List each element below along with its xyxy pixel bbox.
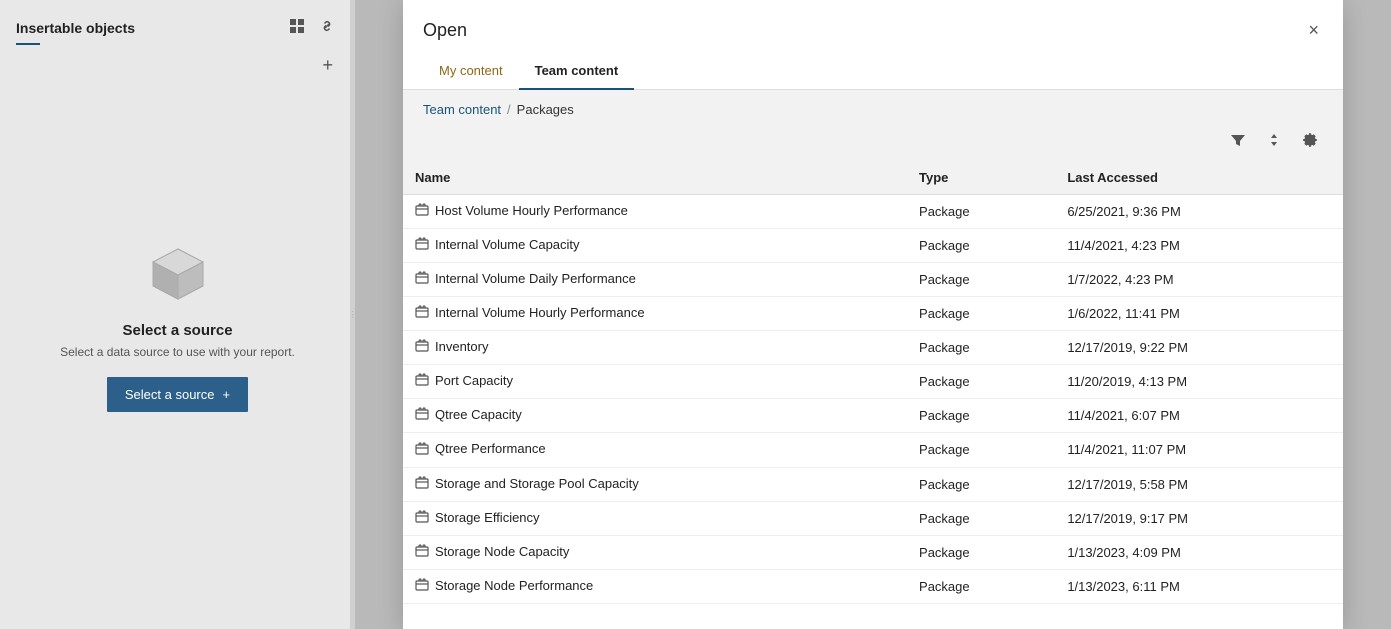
col-last-accessed: Last Accessed (1055, 161, 1343, 195)
package-icon (415, 476, 429, 493)
select-source-title: Select a source (122, 322, 232, 339)
table-row[interactable]: Storage Node CapacityPackage1/13/2023, 4… (403, 535, 1343, 569)
select-source-plus-icon: + (223, 387, 231, 402)
package-icon (415, 578, 429, 595)
package-icon (415, 339, 429, 356)
close-button[interactable]: × (1304, 16, 1323, 45)
table-row[interactable]: Storage Node PerformancePackage1/13/2023… (403, 569, 1343, 603)
add-button[interactable]: + (316, 53, 339, 78)
cell-type: Package (907, 569, 1055, 603)
breadcrumb-team-content-link[interactable]: Team content (423, 102, 501, 117)
cell-name: Qtree Capacity (403, 399, 907, 433)
link-icon-btn[interactable] (315, 14, 339, 41)
open-dialog: Open × My content Team content Team cont… (403, 0, 1343, 629)
breadcrumb: Team content / Packages (403, 90, 1343, 123)
modal-overlay: Open × My content Team content Team cont… (355, 0, 1391, 629)
filter-button[interactable] (1225, 129, 1251, 155)
cell-last-accessed: 1/6/2022, 11:41 PM (1055, 297, 1343, 331)
table-row[interactable]: Internal Volume Daily PerformancePackage… (403, 263, 1343, 297)
modal-title: Open (423, 20, 467, 41)
cell-last-accessed: 12/17/2019, 5:58 PM (1055, 467, 1343, 501)
resize-handle[interactable]: ⋮ (350, 0, 355, 629)
table-row[interactable]: Internal Volume Hourly PerformancePackag… (403, 297, 1343, 331)
cell-name: Storage and Storage Pool Capacity (403, 467, 907, 501)
cell-type: Package (907, 331, 1055, 365)
sort-button[interactable] (1261, 129, 1287, 155)
tab-team-content[interactable]: Team content (519, 55, 635, 90)
breadcrumb-separator: / (507, 102, 511, 117)
table-row[interactable]: Qtree PerformancePackage11/4/2021, 11:07… (403, 433, 1343, 467)
select-source-desc: Select a data source to use with your re… (40, 345, 315, 359)
cube-illustration (148, 244, 208, 304)
cell-type: Package (907, 501, 1055, 535)
cell-name: Internal Volume Capacity (403, 229, 907, 263)
table-row[interactable]: Port CapacityPackage11/20/2019, 4:13 PM (403, 365, 1343, 399)
cell-name: Qtree Performance (403, 433, 907, 467)
table-row[interactable]: Storage EfficiencyPackage12/17/2019, 9:1… (403, 501, 1343, 535)
cell-last-accessed: 1/13/2023, 4:09 PM (1055, 535, 1343, 569)
left-panel: Insertable objects + Select a source (0, 0, 355, 629)
table-row[interactable]: Qtree CapacityPackage11/4/2021, 6:07 PM (403, 399, 1343, 433)
package-icon (415, 373, 429, 390)
cell-last-accessed: 1/13/2023, 6:11 PM (1055, 569, 1343, 603)
package-icon (415, 305, 429, 322)
cell-last-accessed: 12/17/2019, 9:22 PM (1055, 331, 1343, 365)
cell-last-accessed: 11/20/2019, 4:13 PM (1055, 365, 1343, 399)
cell-name: Host Volume Hourly Performance (403, 195, 907, 229)
cell-name: Internal Volume Daily Performance (403, 263, 907, 297)
package-icon (415, 510, 429, 527)
package-icon (415, 203, 429, 220)
cell-type: Package (907, 399, 1055, 433)
cell-last-accessed: 11/4/2021, 6:07 PM (1055, 399, 1343, 433)
cell-type: Package (907, 467, 1055, 501)
package-icon (415, 271, 429, 288)
packages-table-container[interactable]: Name Type Last Accessed Host Volume Hour… (403, 161, 1343, 629)
settings-button[interactable] (1297, 129, 1323, 155)
cell-type: Package (907, 365, 1055, 399)
col-name: Name (403, 161, 907, 195)
cell-name: Storage Node Capacity (403, 535, 907, 569)
grid-view-icon-btn[interactable] (285, 14, 309, 41)
cell-last-accessed: 1/7/2022, 4:23 PM (1055, 263, 1343, 297)
package-icon (415, 407, 429, 424)
breadcrumb-packages: Packages (517, 102, 574, 117)
cell-name: Inventory (403, 331, 907, 365)
left-panel-icon-group (285, 14, 339, 41)
modal-header: Open × (403, 0, 1343, 45)
left-panel-title: Insertable objects (16, 20, 135, 36)
table-row[interactable]: InventoryPackage12/17/2019, 9:22 PM (403, 331, 1343, 365)
table-row[interactable]: Internal Volume CapacityPackage11/4/2021… (403, 229, 1343, 263)
modal-tabs: My content Team content (403, 45, 1343, 90)
tab-my-content[interactable]: My content (423, 55, 519, 90)
packages-table: Name Type Last Accessed Host Volume Hour… (403, 161, 1343, 604)
left-panel-content: Select a source Select a data source to … (0, 86, 355, 629)
table-row[interactable]: Storage and Storage Pool CapacityPackage… (403, 467, 1343, 501)
left-panel-header: Insertable objects (0, 0, 355, 41)
cell-name: Storage Node Performance (403, 569, 907, 603)
cell-last-accessed: 6/25/2021, 9:36 PM (1055, 195, 1343, 229)
cell-type: Package (907, 297, 1055, 331)
select-source-button[interactable]: Select a source + (107, 377, 248, 412)
resize-dots: ⋮ (349, 310, 357, 319)
modal-toolbar (403, 123, 1343, 161)
cell-name: Internal Volume Hourly Performance (403, 297, 907, 331)
package-icon (415, 544, 429, 561)
select-source-btn-label: Select a source (125, 387, 215, 402)
package-icon (415, 442, 429, 459)
table-row[interactable]: Host Volume Hourly PerformancePackage6/2… (403, 195, 1343, 229)
cell-type: Package (907, 263, 1055, 297)
cell-name: Storage Efficiency (403, 501, 907, 535)
package-icon (415, 237, 429, 254)
left-panel-toolbar: + (0, 45, 355, 86)
cell-type: Package (907, 229, 1055, 263)
col-type: Type (907, 161, 1055, 195)
cell-name: Port Capacity (403, 365, 907, 399)
cell-last-accessed: 11/4/2021, 11:07 PM (1055, 433, 1343, 467)
cell-type: Package (907, 535, 1055, 569)
cell-type: Package (907, 195, 1055, 229)
cell-type: Package (907, 433, 1055, 467)
cell-last-accessed: 11/4/2021, 4:23 PM (1055, 229, 1343, 263)
cell-last-accessed: 12/17/2019, 9:17 PM (1055, 501, 1343, 535)
